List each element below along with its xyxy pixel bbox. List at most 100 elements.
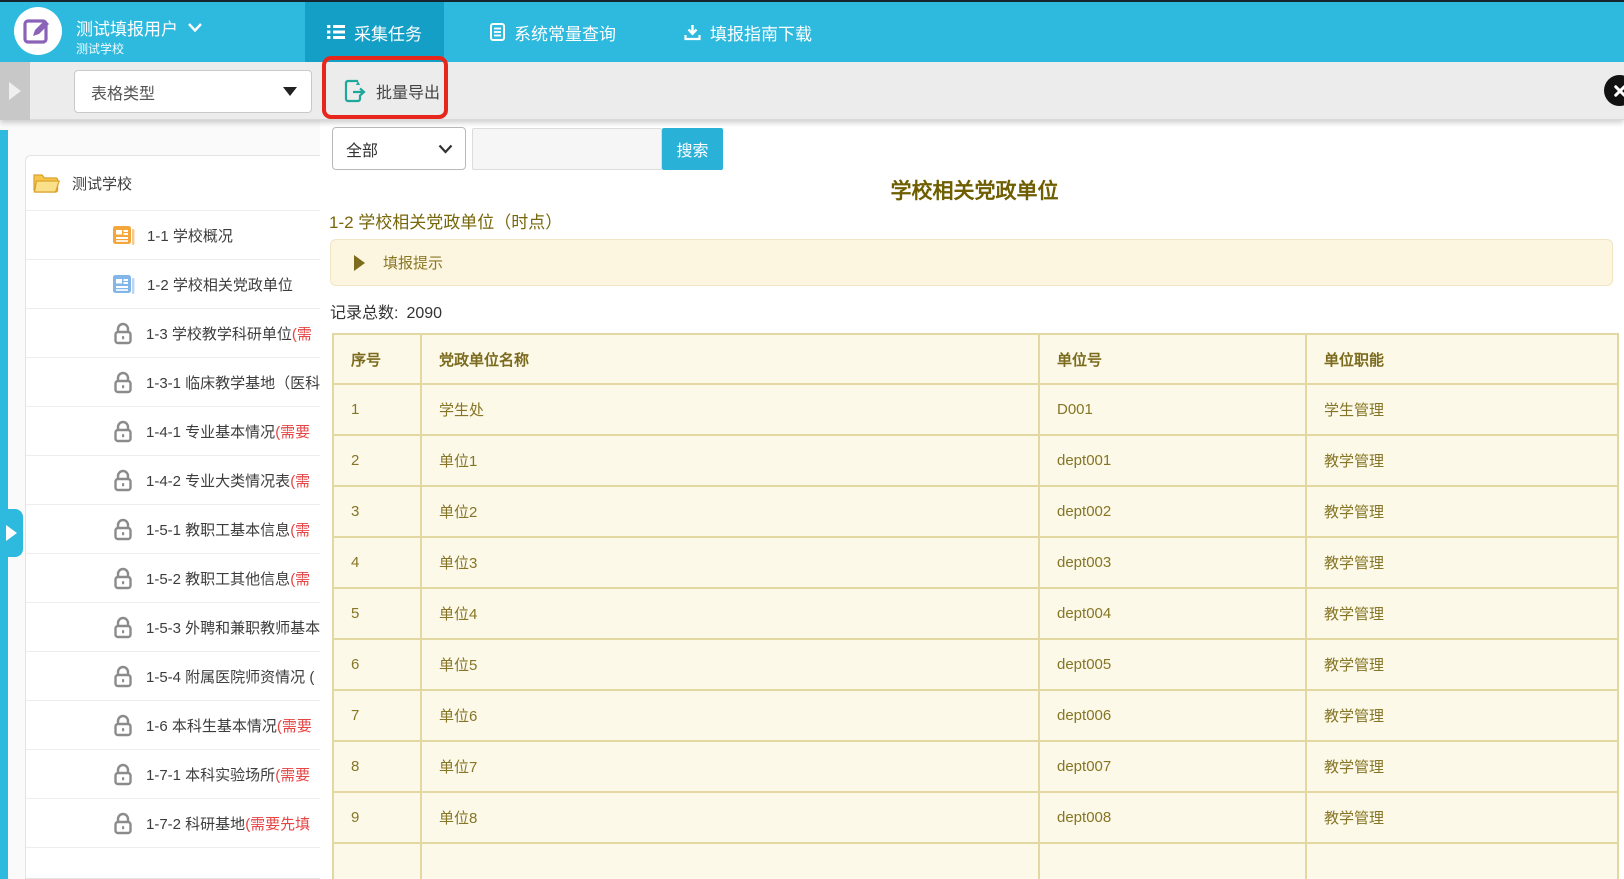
tree-item-label: 1-4-2 专业大类情况表 — [146, 470, 290, 491]
table-row: 6 单位5 dept005 教学管理 — [333, 639, 1618, 690]
tree-item-label: 1-6 本科生基本情况 — [146, 715, 277, 736]
edit-pencil-icon — [23, 16, 53, 46]
hint-expander[interactable]: 填报提示 — [330, 239, 1613, 286]
tree-item-1-6[interactable]: 1-6 本科生基本情况 (需要 — [26, 700, 320, 749]
tree-item-label: 1-5-2 教职工其他信息 — [146, 568, 290, 589]
tree-item-1-5-1[interactable]: 1-5-1 教职工基本信息 (需 — [26, 504, 320, 553]
tree-item-1-7-1[interactable]: 1-7-1 本科实验场所 (需要 — [26, 749, 320, 798]
tab-label: 系统常量查询 — [514, 20, 616, 45]
user-menu[interactable]: 测试填报用户 — [76, 15, 202, 40]
cell-unit-code: dept008 — [1039, 792, 1306, 843]
cell-index: 4 — [333, 537, 421, 588]
secondary-toolbar: 表格类型 批量导出 — [0, 62, 1624, 120]
table-row: 5 单位4 dept004 教学管理 — [333, 588, 1618, 639]
tree-item-label: 1-1 学校概况 — [147, 225, 233, 246]
search-input[interactable] — [472, 128, 662, 170]
arrow-right-icon — [354, 255, 365, 271]
cell-index: 1 — [333, 384, 421, 435]
chevron-down-icon — [188, 23, 202, 32]
tree-item-1-7-2[interactable]: 1-7-2 科研基地 (需要先填 — [26, 798, 320, 847]
tab-guide-download[interactable]: 填报指南下载 — [662, 2, 834, 62]
table-row-partial — [333, 843, 1618, 879]
cell-index: 9 — [333, 792, 421, 843]
form-icon-orange — [112, 225, 135, 246]
tree-item-label: 1-4-1 专业基本情况 — [146, 421, 275, 442]
tree-root-school[interactable]: 测试学校 — [26, 156, 320, 210]
tree-item-1-5-2[interactable]: 1-5-2 教职工其他信息 (需 — [26, 553, 320, 602]
tree-item-1-1[interactable]: 1-1 学校概况 — [26, 210, 320, 259]
tree-item-1-3[interactable]: 1-3 学校教学科研单位 (需 — [26, 308, 320, 357]
cell-index: 6 — [333, 639, 421, 690]
lock-icon — [112, 371, 134, 394]
table-header-row: 序号 党政单位名称 单位号 单位职能 — [333, 334, 1618, 384]
arrow-right-icon — [9, 82, 21, 100]
header-unit-function: 单位职能 — [1306, 334, 1618, 384]
cell-index: 3 — [333, 486, 421, 537]
cell-unit-function: 教学管理 — [1306, 486, 1618, 537]
header-unit-name: 党政单位名称 — [421, 334, 1039, 384]
cell-unit-code: dept003 — [1039, 537, 1306, 588]
tree-item-1-2[interactable]: 1-2 学校相关党政单位 — [26, 259, 320, 308]
cell-unit-function: 教学管理 — [1306, 435, 1618, 486]
download-icon — [684, 24, 701, 41]
tree-item-1-4-2[interactable]: 1-4-2 专业大类情况表 (需 — [26, 455, 320, 504]
cell-unit-code: dept007 — [1039, 741, 1306, 792]
tree-item-empty — [26, 847, 320, 879]
cell-unit-name: 单位8 — [421, 792, 1039, 843]
page-subtitle: 1-2 学校相关党政单位（时点） — [329, 208, 562, 233]
sidebar-collapse-button[interactable] — [0, 62, 30, 120]
cell-unit-name: 单位7 — [421, 741, 1039, 792]
lock-icon — [112, 322, 134, 345]
units-table: 序号 党政单位名称 单位号 单位职能 1 学生处 D001 学生管理 2 单位1… — [332, 333, 1619, 879]
cell-index: 5 — [333, 588, 421, 639]
lock-icon — [112, 763, 134, 786]
cell-unit-code: dept005 — [1039, 639, 1306, 690]
app-logo — [14, 7, 62, 55]
cell-unit-name: 单位5 — [421, 639, 1039, 690]
tree-item-1-5-4[interactable]: 1-5-4 附属医院师资情况 ( — [26, 651, 320, 700]
cell-unit-code: dept002 — [1039, 486, 1306, 537]
tree-item-label: 1-3 学校教学科研单位 — [146, 323, 292, 344]
cell-unit-name: 学生处 — [421, 384, 1039, 435]
lock-icon — [112, 616, 134, 639]
cell-unit-code: dept004 — [1039, 588, 1306, 639]
tab-collect-tasks[interactable]: 采集任务 — [305, 2, 444, 62]
tab-system-constants[interactable]: 系统常量查询 — [468, 2, 638, 62]
main-tabs: 采集任务 系统常量查询 — [305, 2, 834, 62]
record-count-label: 记录总数: — [330, 305, 398, 322]
cell-unit-function: 教学管理 — [1306, 588, 1618, 639]
cell-unit-function: 教学管理 — [1306, 690, 1618, 741]
table-type-value: 表格类型 — [91, 80, 155, 104]
user-org-label: 测试学校 — [76, 40, 124, 57]
cell-unit-function: 教学管理 — [1306, 792, 1618, 843]
close-button[interactable] — [1604, 75, 1624, 106]
tree-item-1-4-1[interactable]: 1-4-1 专业基本情况 (需要 — [26, 406, 320, 455]
cell-unit-name: 单位1 — [421, 435, 1039, 486]
search-button[interactable]: 搜索 — [662, 128, 723, 170]
tab-label: 采集任务 — [354, 20, 422, 45]
table-row: 7 单位6 dept006 教学管理 — [333, 690, 1618, 741]
tree-item-1-3-1[interactable]: 1-3-1 临床教学基地（医科 — [26, 357, 320, 406]
top-border — [0, 0, 1624, 2]
cell-unit-code: dept006 — [1039, 690, 1306, 741]
caret-down-icon — [283, 87, 297, 96]
cell-index: 2 — [333, 435, 421, 486]
tree-item-1-5-3[interactable]: 1-5-3 外聘和兼职教师基本 — [26, 602, 320, 651]
cell-unit-name: 单位3 — [421, 537, 1039, 588]
cell-unit-function: 教学管理 — [1306, 741, 1618, 792]
table-row: 8 单位7 dept007 教学管理 — [333, 741, 1618, 792]
top-navbar: 测试填报用户 测试学校 采集任务 — [0, 2, 1624, 62]
lock-icon — [112, 518, 134, 541]
tree-item-label: 1-5-1 教职工基本信息 — [146, 519, 290, 540]
table-type-select[interactable]: 表格类型 — [74, 70, 312, 113]
sidebar-expand-handle[interactable] — [0, 509, 23, 557]
scope-filter-select[interactable]: 全部 — [332, 127, 466, 170]
cell-unit-name: 单位4 — [421, 588, 1039, 639]
list-icon — [327, 24, 345, 40]
lock-icon — [112, 469, 134, 492]
cell-unit-function: 教学管理 — [1306, 639, 1618, 690]
table-row: 2 单位1 dept001 教学管理 — [333, 435, 1618, 486]
batch-export-button[interactable]: 批量导出 — [336, 62, 448, 120]
arrow-right-icon — [6, 525, 17, 541]
batch-export-label: 批量导出 — [376, 79, 440, 103]
